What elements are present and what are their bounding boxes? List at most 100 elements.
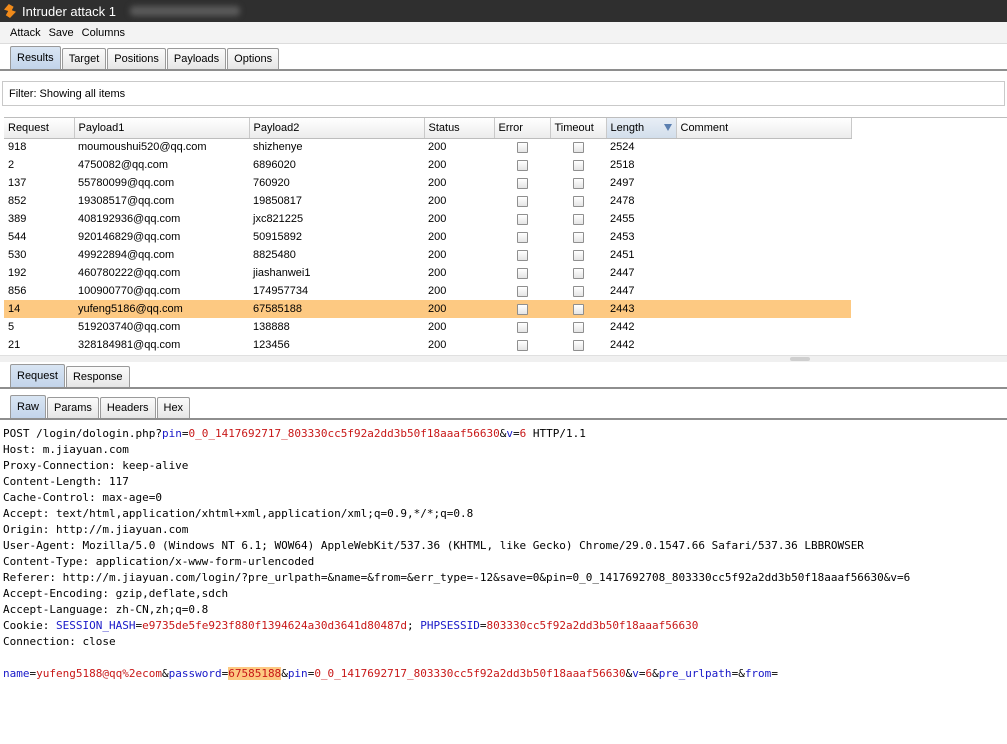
table-row[interactable]: 530 49922894@qq.com 8825480 200 2451 xyxy=(4,246,851,264)
tab-params[interactable]: Params xyxy=(47,397,99,418)
cell-status: 200 xyxy=(428,231,447,243)
timeout-checkbox xyxy=(572,303,584,315)
cell-payload2: jxc821225 xyxy=(253,213,304,225)
cookie-prefix: Cookie: xyxy=(3,619,56,632)
cell-timeout xyxy=(550,210,606,228)
equals-sign: = xyxy=(771,667,778,680)
tab-raw[interactable]: Raw xyxy=(10,395,47,418)
error-checkbox xyxy=(516,195,528,207)
table-row[interactable]: 192 460780222@qq.com jiashanwei1 200 2447 xyxy=(4,264,851,282)
cell-comment xyxy=(676,174,851,192)
table-row[interactable]: 852 19308517@qq.com 19850817 200 2478 xyxy=(4,192,851,210)
cell-status: 200 xyxy=(428,267,447,279)
cell-timeout xyxy=(550,192,606,210)
cell-comment xyxy=(676,156,851,174)
cell-status: 200 xyxy=(428,141,447,154)
header-line: Connection: close xyxy=(3,635,116,648)
col-status[interactable]: Status xyxy=(424,118,495,139)
table-row[interactable]: 2 4750082@qq.com 6896020 200 2518 xyxy=(4,156,851,174)
table-row[interactable]: 5 519203740@qq.com 138888 200 2442 xyxy=(4,318,851,336)
cell-timeout xyxy=(550,318,606,336)
table-row[interactable]: 137 55780099@qq.com 760920 200 2497 xyxy=(4,174,851,192)
cell-length: 2453 xyxy=(610,231,635,243)
param-key: pin xyxy=(161,427,182,440)
filter-bar[interactable]: Filter: Showing all items xyxy=(2,81,1005,106)
table-row[interactable]: 918 moumoushui520@qq.com shizhenye 200 2524 xyxy=(4,138,851,156)
cell-payload2: 174957734 xyxy=(253,285,309,297)
tab-request[interactable]: Request xyxy=(10,364,65,387)
table-row[interactable]: 21 328184981@qq.com 123456 200 2442 xyxy=(4,336,851,354)
cell-timeout xyxy=(550,156,606,174)
error-checkbox xyxy=(516,231,528,243)
col-payload1[interactable]: Payload1 xyxy=(74,118,250,139)
cell-length: 2451 xyxy=(610,249,635,261)
header-line: Content-Length: 117 xyxy=(3,475,129,488)
cell-timeout xyxy=(550,264,606,282)
tab-positions[interactable]: Positions xyxy=(107,48,166,69)
cell-payload1: 19308517@qq.com xyxy=(78,195,175,207)
timeout-checkbox xyxy=(572,231,584,243)
raw-request-editor[interactable]: POST /login/dologin.php?pin=0_0_14176927… xyxy=(0,426,1007,744)
cell-payload1: 408192936@qq.com xyxy=(78,213,181,225)
tab-hex[interactable]: Hex xyxy=(156,397,191,418)
cell-error xyxy=(494,282,550,300)
cell-length: 2442 xyxy=(610,321,635,333)
tab-response[interactable]: Response xyxy=(65,366,130,387)
col-comment[interactable]: Comment xyxy=(676,118,852,139)
header-line: Accept-Language: zh-CN,zh;q=0.8 xyxy=(3,603,209,616)
cell-length: 2447 xyxy=(610,267,635,279)
error-checkbox xyxy=(516,339,528,351)
request-body-line: name=yufeng5188@qq%2ecom&password=675851… xyxy=(3,666,778,682)
timeout-checkbox xyxy=(572,177,584,189)
request-line: POST /login/dologin.php?pin = 0_0_14176927… xyxy=(3,426,586,442)
menu-columns[interactable]: Columns xyxy=(82,27,125,39)
cell-error xyxy=(494,228,550,246)
cell-payload2: 19850817 xyxy=(253,195,302,207)
table-row[interactable]: 389 408192936@qq.com jxc821225 200 2455 xyxy=(4,210,851,228)
cell-payload1: 920146829@qq.com xyxy=(78,231,181,243)
timeout-checkbox xyxy=(572,339,584,351)
col-length[interactable]: Length xyxy=(606,118,677,139)
menu-attack[interactable]: Attack xyxy=(10,27,41,39)
cell-payload1: moumoushui520@qq.com xyxy=(78,141,207,154)
header-line: Host: m.jiayuan.com xyxy=(3,443,129,456)
error-checkbox xyxy=(516,267,528,279)
table-row[interactable]: 14 yufeng5186@qq.com 67585188 200 2443 xyxy=(4,300,851,318)
menubar: Attack Save Columns xyxy=(0,22,1007,44)
cookie-key: SESSION_HASH xyxy=(55,619,136,632)
col-payload2[interactable]: Payload2 xyxy=(249,118,425,139)
error-checkbox xyxy=(516,213,528,225)
tab-target[interactable]: Target xyxy=(61,48,107,69)
body-value: 0_0_1417692717_803330cc5f92a2dd3b50f18aa… xyxy=(314,667,626,680)
scrollbar-grip[interactable] xyxy=(790,357,810,361)
horizontal-scrollbar[interactable] xyxy=(0,355,1007,362)
burp-logo-icon xyxy=(2,3,18,19)
col-request[interactable]: Request xyxy=(4,118,75,139)
cell-timeout xyxy=(550,336,606,354)
cell-timeout xyxy=(550,138,606,156)
tab-headers[interactable]: Headers xyxy=(99,397,156,418)
table-row[interactable]: 544 920146829@qq.com 50915892 200 2453 xyxy=(4,228,851,246)
col-timeout[interactable]: Timeout xyxy=(550,118,607,139)
cell-length: 2478 xyxy=(610,195,635,207)
cell-length: 2455 xyxy=(610,213,635,225)
menu-save[interactable]: Save xyxy=(49,27,74,39)
http-version: HTTP/1.1 xyxy=(526,427,586,440)
cell-comment xyxy=(676,138,851,156)
tab-results[interactable]: Results xyxy=(10,46,61,69)
cell-request: 852 xyxy=(8,195,27,207)
cell-request: 192 xyxy=(8,267,27,279)
col-error[interactable]: Error xyxy=(494,118,551,139)
body-key: password xyxy=(168,667,222,680)
header-line: Accept-Encoding: gzip,deflate,sdch xyxy=(3,587,229,600)
table-row[interactable]: 856 100900770@qq.com 174957734 200 2447 xyxy=(4,282,851,300)
cell-payload2: 138888 xyxy=(253,321,290,333)
cell-comment xyxy=(676,318,851,336)
cell-status: 200 xyxy=(428,285,447,297)
tab-payloads[interactable]: Payloads xyxy=(166,48,227,69)
cookie-separator: ; xyxy=(407,619,421,632)
cookie-value: 803330cc5f92a2dd3b50f18aaaf56630 xyxy=(486,619,699,632)
cell-payload1: 100900770@qq.com xyxy=(78,285,181,297)
tab-options[interactable]: Options xyxy=(227,48,280,69)
cell-request: 14 xyxy=(4,300,74,318)
